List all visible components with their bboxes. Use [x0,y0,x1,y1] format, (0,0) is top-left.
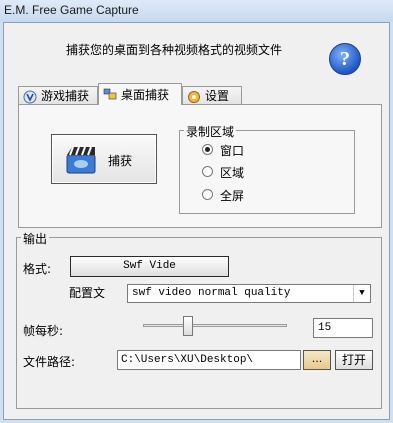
browse-button[interactable]: ... [303,350,331,370]
record-area-group: 录制区域 窗口 区域 全屏 [179,123,355,214]
fps-label: 帧每秒: [23,324,64,338]
tab-label: 桌面捕获 [121,88,170,102]
file-path-input[interactable]: C:\Users\XU\Desktop\ [117,350,301,370]
fps-slider-thumb[interactable] [183,316,194,336]
title-bar: E.M. Free Game Capture [0,0,393,22]
profile-value: swf video normal quality [132,287,291,299]
format-button[interactable]: Swf Vide [70,256,229,277]
radio-indicator [202,144,213,155]
tab-label: 游戏捕获 [41,89,90,103]
output-legend: 输出 [21,230,50,247]
radio-indicator [202,189,213,200]
desktop-icon [103,88,117,100]
capture-button-label: 捕获 [108,154,133,168]
tab-settings[interactable]: 设置 [182,86,242,105]
open-button[interactable]: 打开 [335,350,373,370]
window-title: E.M. Free Game Capture [4,3,139,17]
tab-game-capture[interactable]: 游戏捕获 [18,86,98,105]
fps-input[interactable]: 15 [313,318,373,338]
fps-slider-track[interactable] [143,324,287,327]
capture-button[interactable]: 捕获 [51,134,157,184]
record-area-legend: 录制区域 [184,123,237,140]
game-icon [23,90,37,104]
desktop-capture-panel: 捕获 录制区域 窗口 区域 全屏 [18,104,382,228]
tab-desktop-capture[interactable]: 桌面捕获 [98,83,182,105]
format-label: 格式: [23,262,52,276]
radio-indicator [202,166,213,177]
chevron-down-icon[interactable]: ▼ [353,285,370,302]
question-icon: ? [340,48,350,70]
main-window: 捕获您的桌面到各种视频格式的视频文件 ? 游戏捕获 桌面捕获 设置 捕获 录制区… [3,22,390,420]
radio-label: 区域 [220,166,245,180]
clapperboard-icon [66,146,96,174]
settings-gear-icon [188,91,200,103]
tab-label: 设置 [205,89,230,103]
header-description: 捕获您的桌面到各种视频格式的视频文件 [65,43,282,57]
help-button[interactable]: ? [329,43,361,75]
output-group: 输出 格式: Swf Vide 配置文 swf video normal qua… [16,230,382,409]
radio-label: 全屏 [220,189,245,203]
profile-label: 配置文 [69,286,106,300]
path-label: 文件路径: [23,355,76,369]
profile-select[interactable]: swf video normal quality ▼ [127,284,371,303]
radio-label: 窗口 [220,144,245,158]
